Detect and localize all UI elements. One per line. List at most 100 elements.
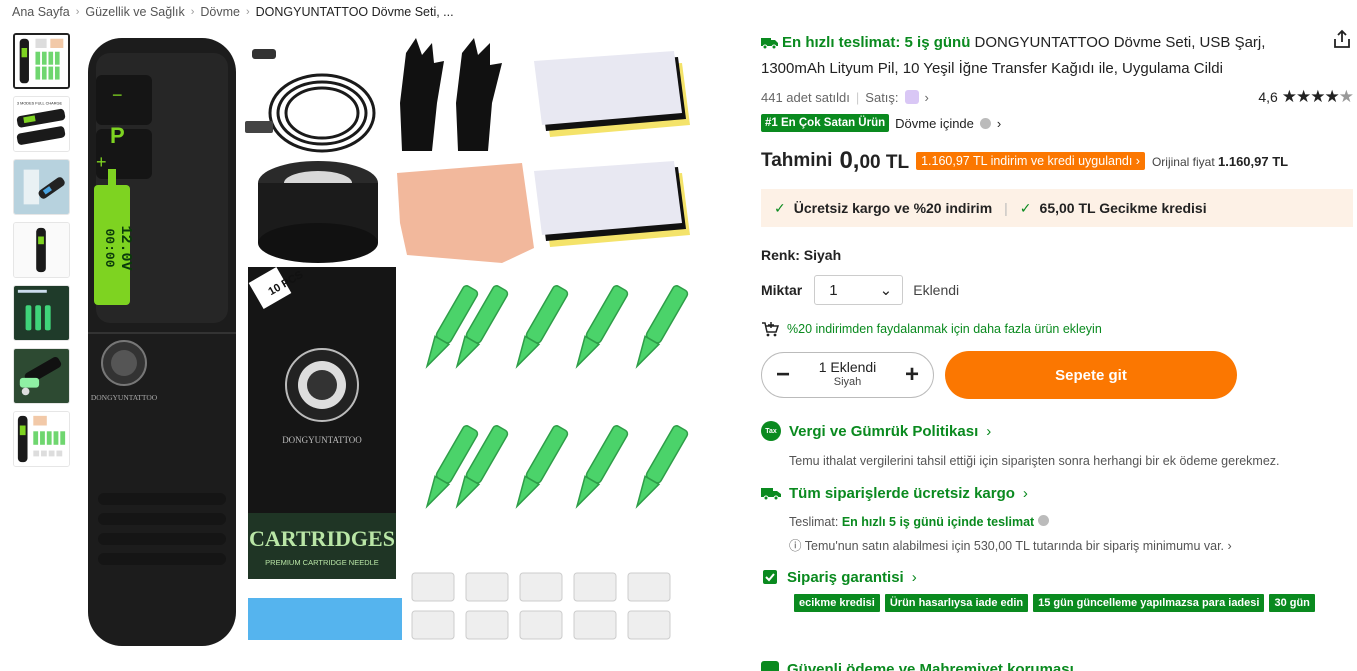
- shield-check-icon: [763, 570, 777, 584]
- device-brand: DONGYUNTATTOO: [91, 393, 158, 402]
- sold-row: 441 adet satıldı | Satış: › 4,6 ★★★★★: [761, 87, 1356, 107]
- rating[interactable]: 4,6 ★★★★★: [1258, 87, 1354, 107]
- price-row: Tahmini 0,00 TL 1.160,97 TL indirim ve k…: [761, 147, 1356, 175]
- payment-security-section[interactable]: Güvenli ödeme ve Mahremiyet koruması: [761, 660, 1356, 671]
- quantity-select[interactable]: 1 ⌄: [814, 275, 904, 305]
- breadcrumb: Ana Sayfa › Güzellik ve Sağlık › Dövme ›…: [12, 5, 454, 19]
- guarantee-section: Sipariş garantisi › ecikme kredisi Ürün …: [761, 568, 1356, 612]
- original-label: Orijinal fiyat: [1151, 154, 1215, 169]
- bestseller-badge: #1 En Çok Satan Ürün: [761, 114, 890, 132]
- device-display-bottom: 12.0V: [117, 225, 134, 270]
- plus-button[interactable]: +: [905, 361, 919, 389]
- guarantee-title: Sipariş garantisi: [787, 568, 904, 586]
- rating-value: 4,6: [1258, 89, 1278, 105]
- category-rank-link[interactable]: Dövme içinde: [895, 116, 974, 131]
- cart-note: %20 indirimden faydalanmak için daha faz…: [761, 321, 1356, 337]
- price-label: Tahmini: [761, 150, 833, 171]
- info-icon[interactable]: [1037, 515, 1049, 526]
- truck-icon: [761, 488, 781, 501]
- star-rating-icon: ★★★★★: [1281, 87, 1354, 106]
- box-subtitle: PREMIUM CARTRIDGE NEEDLE: [265, 558, 379, 567]
- thumbnail-6[interactable]: [13, 348, 70, 404]
- minimum-line[interactable]: ⓘ Temu'nun satın alabilmesi için 530,00 …: [789, 534, 1356, 558]
- original-price: Orijinal fiyat 1.160,97 TL: [1152, 154, 1288, 169]
- chevron-right-icon[interactable]: ›: [997, 116, 1001, 131]
- stepper-variant: Siyah: [833, 376, 862, 388]
- guarantee-section-header[interactable]: Sipariş garantisi ›: [761, 568, 1356, 586]
- price-value: 0,00 TL: [839, 147, 909, 175]
- shipping-title: Tüm siparişlerde ücretsiz kargo: [789, 485, 1015, 502]
- promo-delay-credit: 65,00 TL Gecikme kredisi: [1039, 200, 1207, 216]
- quantity-row: Miktar 1 ⌄ Eklendi: [761, 275, 1356, 305]
- breadcrumb-home[interactable]: Ana Sayfa: [12, 5, 70, 19]
- guarantee-pill: 30 gün: [1269, 594, 1315, 612]
- divider: |: [1004, 200, 1008, 216]
- shipping-section-header[interactable]: Tüm siparişlerde ücretsiz kargo ›: [761, 485, 1356, 502]
- chevron-right-icon: ›: [911, 568, 917, 586]
- delivery-line: Teslimat: En hızlı 5 iş günü içinde tesl…: [789, 510, 1356, 534]
- lock-icon: [761, 661, 779, 671]
- shipping-section: Tüm siparişlerde ücretsiz kargo › Teslim…: [761, 485, 1356, 558]
- tax-body: Temu ithalat vergilerini tahsil ettiği i…: [789, 454, 1280, 468]
- discount-tag[interactable]: 1.160,97 TL indirim ve kredi uygulandı ›: [916, 152, 1145, 170]
- device-display-top: 00:00: [102, 228, 117, 267]
- thumbnail-7[interactable]: [13, 411, 70, 467]
- delivery-label: Teslimat:: [789, 515, 839, 529]
- box-brand: DONGYUNTATTOO: [282, 435, 362, 445]
- guarantee-pills: ecikme kredisi Ürün hasarlıysa iade edin…: [794, 594, 1334, 612]
- thumbnail-3[interactable]: [13, 159, 70, 215]
- seller-label: Satış:: [865, 89, 899, 105]
- go-to-cart-button[interactable]: Sepete git: [945, 351, 1237, 399]
- promo-free-shipping: Ücretsiz kargo ve %20 indirim: [793, 200, 993, 216]
- quantity-label: Miktar: [761, 282, 803, 298]
- thumbnail-list: 3 MODES FULL CHARGE: [13, 33, 71, 467]
- payment-security-title: Güvenli ödeme ve Mahremiyet koruması: [787, 661, 1074, 671]
- tattoo-pen-image: P − + 00:00 12.0V DONGYUNTATTOO: [88, 38, 236, 646]
- svg-text:P: P: [110, 123, 125, 148]
- chevron-right-icon: ›: [245, 6, 250, 18]
- tax-section-header[interactable]: Tax Vergi ve Gümrük Politikası ›: [761, 421, 1356, 441]
- breadcrumb-tattoo[interactable]: Dövme: [200, 5, 240, 19]
- breadcrumb-current: DONGYUNTATTOO Dövme Seti, ...: [255, 5, 454, 19]
- discount-text: 1.160,97 TL indirim ve kredi uygulandı: [921, 154, 1133, 168]
- truck-icon: [761, 38, 778, 50]
- cart-note-text: %20 indirimden faydalanmak için daha faz…: [787, 322, 1102, 336]
- chevron-right-icon[interactable]: ›: [925, 90, 929, 105]
- color-label: Renk: Siyah: [761, 247, 842, 263]
- thumbnail-4[interactable]: [13, 222, 70, 278]
- quantity-value: 1: [829, 281, 838, 299]
- price-rest: 00 TL: [859, 152, 910, 173]
- cart-plus-icon: [762, 322, 779, 337]
- quantity-added-label: Eklendi: [913, 282, 960, 298]
- chevron-right-icon: ›: [190, 6, 195, 18]
- product-title: En hızlı teslimat: 5 iş günü DONGYUNTATT…: [761, 30, 1301, 82]
- info-icon[interactable]: [979, 117, 991, 129]
- thumbnail-5[interactable]: [13, 285, 70, 341]
- main-product-image[interactable]: P − + 00:00 12.0V DONGYUNTATTOO 10 PCS D…: [82, 33, 704, 653]
- shipping-body: Teslimat: En hızlı 5 iş günü içinde tesl…: [789, 510, 1356, 558]
- chevron-right-icon: ›: [1022, 485, 1028, 502]
- original-value: 1.160,97 TL: [1218, 153, 1289, 169]
- action-row: − 1 Eklendi Siyah + Sepete git: [761, 351, 1356, 399]
- seller-logo-icon[interactable]: [904, 90, 919, 104]
- thumbnail-2[interactable]: 3 MODES FULL CHARGE: [13, 96, 70, 152]
- price-main: 0,: [839, 147, 860, 174]
- chevron-down-icon: ⌄: [879, 282, 893, 299]
- chevron-right-icon: ›: [986, 422, 992, 440]
- stepper-status: 1 Eklendi Siyah: [819, 360, 877, 390]
- guarantee-pill: 15 gün güncelleme yapılmazsa para iadesi: [1033, 594, 1265, 612]
- stepper-count: 1 Eklendi: [818, 359, 877, 375]
- badge-row: #1 En Çok Satan Ürün Dövme içinde ›: [761, 114, 1356, 132]
- tax-section: Tax Vergi ve Gümrük Politikası › Temu it…: [761, 421, 1356, 473]
- thumbnail-1[interactable]: [13, 33, 70, 89]
- tax-title: Vergi ve Gümrük Politikası: [789, 422, 979, 440]
- fast-delivery-label: En hızlı teslimat: 5 iş günü: [782, 34, 971, 51]
- check-icon: ✓: [1019, 199, 1032, 216]
- minimum-text: Temu'nun satın alabilmesi için 530,00 TL…: [804, 539, 1225, 553]
- promo-box: ✓ Ücretsiz kargo ve %20 indirim | ✓ 65,0…: [761, 189, 1353, 227]
- info-icon: ⓘ: [789, 539, 802, 553]
- breadcrumb-beauty[interactable]: Güzellik ve Sağlık: [85, 5, 184, 19]
- minus-button[interactable]: −: [776, 361, 790, 389]
- check-icon: ✓: [774, 199, 786, 216]
- box-title: CARTRIDGES: [249, 526, 395, 551]
